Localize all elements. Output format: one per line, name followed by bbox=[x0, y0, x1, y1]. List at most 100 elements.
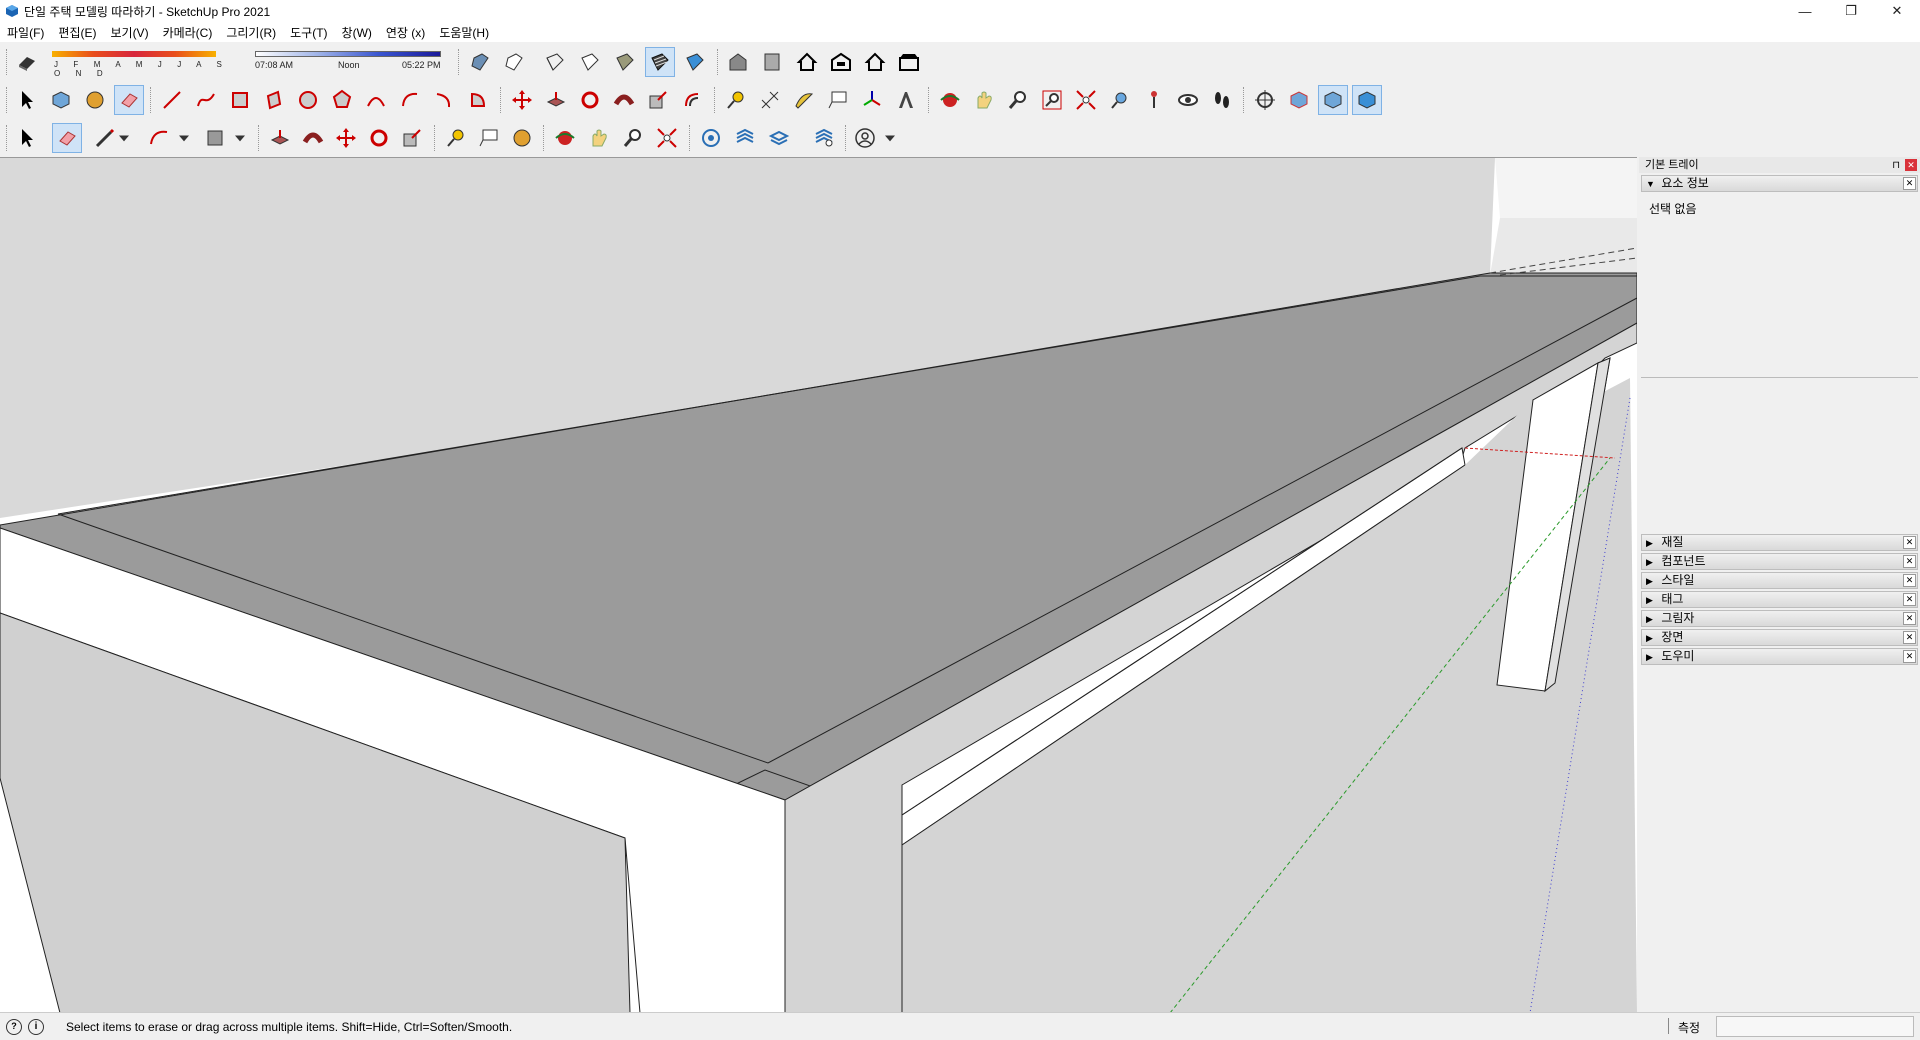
model-scene[interactable] bbox=[0, 158, 1637, 1012]
shadow-date-slider[interactable]: J F M A M J J A S O N D bbox=[52, 47, 238, 78]
wireframe-icon[interactable] bbox=[540, 47, 570, 77]
select-icon[interactable] bbox=[12, 85, 42, 115]
zoom-window-icon[interactable] bbox=[1037, 85, 1067, 115]
toolbar-grip[interactable] bbox=[6, 125, 8, 151]
3d-text-icon[interactable] bbox=[891, 85, 921, 115]
menu-tools[interactable]: 도구(T) bbox=[283, 24, 334, 41]
select-icon[interactable] bbox=[12, 123, 42, 153]
dimension-icon[interactable] bbox=[755, 85, 785, 115]
toolbar-grip[interactable] bbox=[6, 49, 8, 75]
pin-icon[interactable]: ⊓ bbox=[1892, 158, 1900, 174]
push-pull-icon[interactable] bbox=[541, 85, 571, 115]
back-view-icon[interactable] bbox=[860, 47, 890, 77]
panel-close-icon[interactable]: ✕ bbox=[1903, 631, 1916, 644]
circle-icon[interactable] bbox=[293, 85, 323, 115]
position-camera-icon[interactable] bbox=[1139, 85, 1169, 115]
text-icon[interactable] bbox=[823, 85, 853, 115]
monochrome-icon[interactable] bbox=[680, 47, 710, 77]
menu-view[interactable]: 보기(V) bbox=[103, 24, 155, 41]
zoom-extents-icon[interactable] bbox=[1071, 85, 1101, 115]
protractor-icon[interactable] bbox=[789, 85, 819, 115]
zoom-icon[interactable] bbox=[1003, 85, 1033, 115]
panel-materials-header[interactable]: ▶ 재질 ✕ bbox=[1641, 534, 1918, 551]
arc-icon[interactable] bbox=[361, 85, 391, 115]
toolbar-grip[interactable] bbox=[714, 87, 716, 113]
restore-button[interactable]: ❐ bbox=[1828, 0, 1874, 22]
geo-location-icon[interactable]: ? bbox=[6, 1018, 22, 1035]
measurements-input[interactable] bbox=[1716, 1016, 1914, 1037]
move-icon[interactable] bbox=[507, 85, 537, 115]
move-icon[interactable] bbox=[331, 123, 361, 153]
freehand-icon[interactable] bbox=[191, 85, 221, 115]
display-section-cuts-icon[interactable] bbox=[1318, 85, 1348, 115]
xray-icon[interactable] bbox=[465, 47, 495, 77]
paint-bucket-icon[interactable] bbox=[80, 85, 110, 115]
layout-icon[interactable] bbox=[764, 123, 794, 153]
shapes-dropdown-chevron-down-icon[interactable] bbox=[230, 123, 250, 153]
toolbar-grip[interactable] bbox=[434, 125, 436, 151]
orbit-icon[interactable] bbox=[935, 85, 965, 115]
panel-close-icon[interactable]: ✕ bbox=[1903, 593, 1916, 606]
tray-close-icon[interactable]: ✕ bbox=[1905, 159, 1917, 171]
menu-help[interactable]: 도움말(H) bbox=[432, 24, 496, 41]
shapes-icon[interactable] bbox=[200, 123, 230, 153]
menu-file[interactable]: 파일(F) bbox=[0, 24, 51, 41]
zoom-extents-icon[interactable] bbox=[652, 123, 682, 153]
walk-icon[interactable] bbox=[1207, 85, 1237, 115]
panel-close-icon[interactable]: ✕ bbox=[1903, 536, 1916, 549]
push-pull-icon[interactable] bbox=[265, 123, 295, 153]
display-section-planes-icon[interactable] bbox=[1284, 85, 1314, 115]
toolbar-grip[interactable] bbox=[500, 87, 502, 113]
eraser-tool[interactable] bbox=[114, 85, 144, 115]
minimize-button[interactable]: — bbox=[1782, 0, 1828, 22]
orbit-icon[interactable] bbox=[550, 123, 580, 153]
back-edges-icon[interactable] bbox=[499, 47, 529, 77]
eraser-shadow-toggle-icon[interactable] bbox=[12, 47, 42, 77]
toolbar-grip[interactable] bbox=[543, 125, 545, 151]
menu-edit[interactable]: 편집(E) bbox=[51, 24, 103, 41]
offset-icon[interactable] bbox=[677, 85, 707, 115]
pie-icon[interactable] bbox=[463, 85, 493, 115]
make-component-icon[interactable] bbox=[46, 85, 76, 115]
toolbar-grip[interactable] bbox=[845, 125, 847, 151]
right-view-icon[interactable] bbox=[826, 47, 856, 77]
toolbar-grip[interactable] bbox=[458, 49, 460, 75]
panel-close-icon[interactable]: ✕ bbox=[1903, 574, 1916, 587]
shaded-textures-icon[interactable] bbox=[645, 47, 675, 77]
scale-icon[interactable] bbox=[643, 85, 673, 115]
extension-manager-icon[interactable] bbox=[809, 123, 839, 153]
panel-shadows-header[interactable]: ▶ 그림자 ✕ bbox=[1641, 610, 1918, 627]
shaded-icon[interactable] bbox=[610, 47, 640, 77]
info-icon[interactable]: i bbox=[28, 1018, 44, 1035]
paint-bucket-icon[interactable] bbox=[507, 123, 537, 153]
panel-close-icon[interactable]: ✕ bbox=[1903, 650, 1916, 663]
menu-camera[interactable]: 카메라(C) bbox=[156, 24, 220, 41]
panel-scenes-header[interactable]: ▶ 장면 ✕ bbox=[1641, 629, 1918, 646]
hidden-line-icon[interactable] bbox=[575, 47, 605, 77]
pan-icon[interactable] bbox=[969, 85, 999, 115]
three-point-arc-icon[interactable] bbox=[429, 85, 459, 115]
panel-styles-header[interactable]: ▶ 스타일 ✕ bbox=[1641, 572, 1918, 589]
top-view-icon[interactable] bbox=[757, 47, 787, 77]
tape-measure-icon[interactable] bbox=[441, 123, 471, 153]
zoom-icon[interactable] bbox=[618, 123, 648, 153]
toolbar-grip[interactable] bbox=[717, 49, 719, 75]
pencil-dropdown-chevron-down-icon[interactable] bbox=[114, 123, 134, 153]
previous-view-icon[interactable] bbox=[1105, 85, 1135, 115]
panel-instructor-header[interactable]: ▶ 도우미 ✕ bbox=[1641, 648, 1918, 665]
arc-dropdown-chevron-down-icon[interactable] bbox=[174, 123, 194, 153]
axes-icon[interactable] bbox=[857, 85, 887, 115]
text-icon[interactable] bbox=[474, 123, 504, 153]
panel-close-icon[interactable]: ✕ bbox=[1903, 555, 1916, 568]
3d-warehouse-icon[interactable] bbox=[696, 123, 726, 153]
arc-draw-icon[interactable] bbox=[144, 123, 174, 153]
follow-me-icon[interactable] bbox=[609, 85, 639, 115]
front-view-icon[interactable] bbox=[792, 47, 822, 77]
two-point-arc-icon[interactable] bbox=[395, 85, 425, 115]
toolbar-grip[interactable] bbox=[258, 125, 260, 151]
rotated-rectangle-icon[interactable] bbox=[259, 85, 289, 115]
account-dropdown-chevron-down-icon[interactable] bbox=[880, 123, 900, 153]
panel-close-icon[interactable]: ✕ bbox=[1903, 177, 1916, 190]
model-viewport[interactable] bbox=[0, 157, 1637, 1012]
iso-view-icon[interactable] bbox=[723, 47, 753, 77]
